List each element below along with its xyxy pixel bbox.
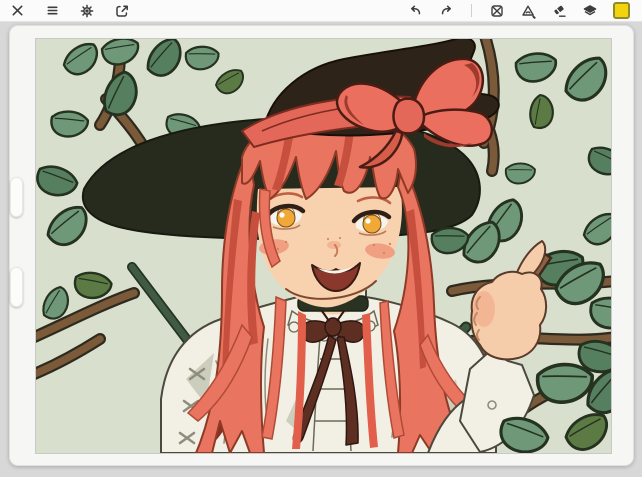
- menu-icon: [45, 3, 60, 18]
- share-icon: [114, 3, 130, 19]
- toolbar-divider: [471, 4, 472, 17]
- redo-icon: [439, 3, 454, 18]
- layers-icon: [582, 3, 598, 19]
- color-swatch-button[interactable]: [612, 2, 630, 20]
- menu-button[interactable]: [43, 2, 61, 20]
- undo-button[interactable]: [406, 2, 424, 20]
- toolbar: [0, 0, 642, 22]
- settings-button[interactable]: [78, 2, 96, 20]
- layers-button[interactable]: [581, 2, 599, 20]
- close-button[interactable]: [8, 2, 26, 20]
- toolbar-left-group: [8, 2, 131, 20]
- mask-tool-button[interactable]: [488, 2, 506, 20]
- toolbar-right-group: [406, 2, 630, 20]
- drawer-handle-bottom[interactable]: [10, 267, 23, 307]
- ruler-triangle-icon: [520, 3, 536, 19]
- color-swatch: [613, 2, 630, 19]
- share-button[interactable]: [113, 2, 131, 20]
- drawer-handle-top[interactable]: [10, 177, 23, 217]
- settings-gear-icon: [79, 3, 95, 19]
- mask-tool-icon: [489, 3, 505, 19]
- eraser-tool-button[interactable]: [550, 2, 568, 20]
- eraser-icon: [551, 3, 567, 19]
- canvas-panel: [9, 25, 634, 466]
- close-icon: [10, 3, 25, 18]
- redo-button[interactable]: [437, 2, 455, 20]
- undo-icon: [408, 3, 423, 18]
- canvas-artwork[interactable]: [36, 39, 611, 453]
- ruler-tool-button[interactable]: [519, 2, 537, 20]
